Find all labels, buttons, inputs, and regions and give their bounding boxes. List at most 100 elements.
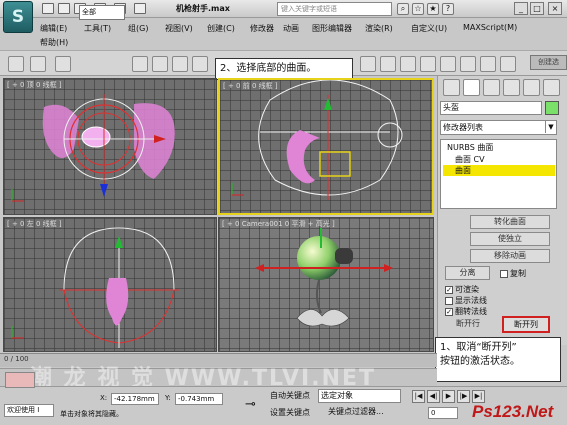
maximize-button[interactable]: □ [530, 2, 544, 15]
menu-maxscript[interactable]: MAXScript(M) [463, 23, 517, 32]
menu-help[interactable]: 帮助(H) [40, 37, 68, 48]
remove-animation-button[interactable]: 移除动画 [470, 249, 550, 263]
viewport-left-graphics [11, 227, 179, 348]
menu-bar: 编辑(E) 工具(T) 组(G) 视图(V) 创建(C) 修改器 动画 图形编辑… [35, 19, 567, 49]
menu-animation[interactable]: 动画 [283, 23, 299, 34]
bind-space-warp-icon[interactable] [55, 56, 71, 72]
mirror-icon[interactable] [360, 56, 376, 72]
schematic-view-icon[interactable] [440, 56, 456, 72]
menu-modifiers[interactable]: 修改器 [250, 23, 274, 34]
favorites-icon[interactable]: ★ [427, 3, 439, 15]
create-tab-icon[interactable] [443, 79, 460, 96]
renderable-checkbox[interactable]: ✓ 可渲染 [445, 284, 479, 295]
menu-customize[interactable]: 自定义(U) [411, 23, 447, 34]
window-title: 机枪射手.max [176, 4, 230, 13]
selection-filter-dropdown[interactable]: 全部 [79, 5, 125, 20]
select-object-icon[interactable] [132, 56, 148, 72]
welcome-field[interactable]: 欢迎使用 I [4, 404, 54, 417]
flip-normals-label: 翻转法线 [455, 307, 487, 316]
auto-key-button[interactable]: 自动关键点 [270, 390, 310, 401]
show-normals-checkbox[interactable]: 显示法线 [445, 295, 487, 306]
search-input[interactable]: 键入关键字或短语 [277, 2, 392, 16]
unlink-icon[interactable] [30, 56, 46, 72]
project-folder-icon[interactable] [134, 3, 146, 14]
hierarchy-tab-icon[interactable] [483, 79, 500, 96]
menu-graph-editors[interactable]: 图形编辑器 [312, 23, 352, 34]
copy-checkbox[interactable]: 复制 [500, 268, 526, 279]
x-coordinate-field[interactable]: -42.178mm [111, 393, 159, 405]
break-row-button[interactable]: 断开行 [445, 318, 491, 332]
make-independent-button[interactable]: 使独立 [470, 232, 550, 246]
render-frame-icon[interactable] [500, 56, 516, 72]
open-file-icon[interactable] [58, 3, 70, 14]
render-setup-icon[interactable] [480, 56, 496, 72]
minimize-button[interactable]: _ [514, 2, 528, 15]
viewport-front-graphics [231, 80, 403, 200]
menu-group[interactable]: 组(G) [128, 23, 148, 34]
time-slider-label: 0 / 100 [4, 355, 29, 363]
object-name-field[interactable]: 头盔 [440, 101, 542, 115]
break-column-button[interactable]: 断开列 [502, 316, 550, 333]
menu-rendering[interactable]: 渲染(R) [365, 23, 393, 34]
convert-surface-button[interactable]: 转化曲面 [470, 215, 550, 229]
viewport-top-graphics [11, 94, 175, 202]
viewport-left[interactable]: [ + 0 左 0 线框 ] [3, 217, 217, 352]
key-filters-button[interactable]: 关键点过滤器... [328, 406, 384, 417]
align-icon[interactable] [380, 56, 396, 72]
detach-button[interactable]: 分离 [445, 266, 490, 280]
utilities-tab-icon[interactable] [543, 79, 560, 96]
menu-views[interactable]: 视图(V) [165, 23, 193, 34]
current-frame-field[interactable]: 0 [428, 407, 458, 419]
stack-item-surface[interactable]: 曲面 [443, 165, 555, 176]
show-normals-label: 显示法线 [455, 296, 487, 305]
viewport-top[interactable]: [ + 0 顶 0 线框 ] [3, 78, 217, 215]
play-icon[interactable]: ▶ [442, 390, 455, 403]
flip-normals-checkbox[interactable]: ✓ 翻转法线 [445, 306, 487, 317]
select-by-name-icon[interactable] [152, 56, 168, 72]
instruction-callout-step-2: 2、选择底部的曲面。 [215, 58, 353, 80]
chevron-down-icon[interactable]: ▼ [545, 121, 556, 133]
site-logo: Ps123.Net [472, 402, 554, 421]
help-icon[interactable]: ? [442, 3, 454, 15]
stack-item-nurbs-surface[interactable]: NURBS 曲面 [443, 142, 555, 153]
app-logo-icon[interactable]: S [3, 1, 33, 33]
material-editor-icon[interactable] [460, 56, 476, 72]
window-crossing-icon[interactable] [192, 56, 208, 72]
key-target-dropdown[interactable]: 选定对象 [318, 389, 401, 403]
stack-item-surface-cv[interactable]: 曲面 CV [443, 154, 555, 165]
menu-tools[interactable]: 工具(T) [84, 23, 111, 34]
x-label: X: [100, 394, 108, 402]
create-selection-set[interactable]: 创建选 [530, 55, 567, 70]
select-link-icon[interactable] [8, 56, 24, 72]
object-color-swatch[interactable] [545, 101, 559, 115]
modify-tab-icon[interactable] [463, 79, 480, 96]
viewport-perspective[interactable]: [ + 0 Camera001 0 平滑 + 高光 ] [218, 217, 434, 352]
curve-editor-icon[interactable] [420, 56, 436, 72]
menu-edit[interactable]: 编辑(E) [40, 23, 67, 34]
display-tab-icon[interactable] [523, 79, 540, 96]
search-icon[interactable]: ⌕ [397, 3, 409, 15]
viewport-perspective-graphics [255, 228, 393, 327]
new-file-icon[interactable] [42, 3, 54, 14]
callout-line-2: 按钮的激活状态。 [440, 356, 520, 367]
communication-icon[interactable]: ☆ [412, 3, 424, 15]
close-button[interactable]: × [548, 2, 562, 15]
modifier-stack: NURBS 曲面 曲面 CV 曲面 [440, 139, 557, 209]
rectangular-selection-icon[interactable] [172, 56, 188, 72]
layer-manager-icon[interactable] [400, 56, 416, 72]
modifier-list-dropdown[interactable]: 修改器列表 [440, 120, 557, 135]
prompt-line: 单击对象将其隐藏。 [60, 410, 123, 418]
set-key-button[interactable]: 设置关键点 [270, 407, 310, 418]
motion-tab-icon[interactable] [503, 79, 520, 96]
menu-create[interactable]: 创建(C) [207, 23, 235, 34]
key-icon[interactable]: ⊸ [245, 397, 256, 412]
maxscript-listener[interactable] [5, 372, 35, 388]
previous-frame-icon[interactable]: ◀| [427, 390, 440, 403]
y-coordinate-field[interactable]: -0.743mm [175, 393, 223, 405]
go-to-start-icon[interactable]: |◀ [412, 390, 425, 403]
next-frame-icon[interactable]: |▶ [457, 390, 470, 403]
callout-line-1: 1、取消“断开列” [440, 342, 517, 353]
viewport-front[interactable]: [ + 0 前 0 线框 ] [218, 78, 434, 215]
copy-label: 复制 [510, 269, 526, 278]
instruction-callout-step-1: 1、取消“断开列” 按钮的激活状态。 [435, 337, 561, 382]
